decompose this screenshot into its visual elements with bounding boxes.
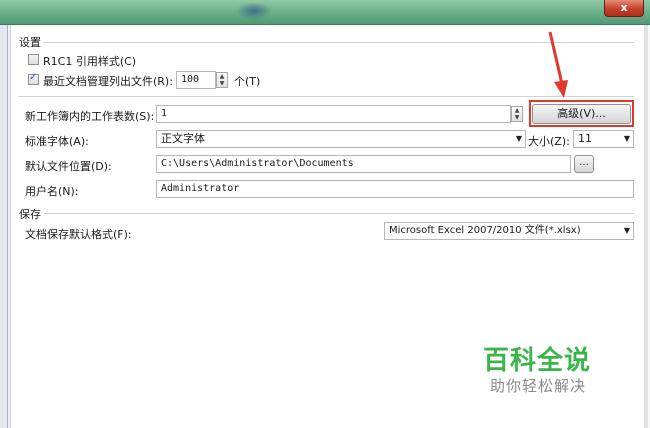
sheets-count-spinner[interactable]: ▲ ▼	[511, 106, 523, 122]
recent-files-label: 最近文档管理列出文件(R):	[43, 75, 173, 88]
red-arrow-icon	[548, 31, 568, 98]
watermark-title: 百科全说	[483, 346, 592, 376]
standard-font-value: 正文字体	[161, 132, 205, 145]
recent-files-checkbox[interactable]: ✓	[28, 72, 39, 85]
font-size-select[interactable]: 11 ▼	[573, 130, 634, 148]
recent-files-count-input[interactable]: 100	[176, 71, 216, 89]
right-edge	[644, 25, 648, 428]
titlebar-decoration	[236, 2, 272, 20]
left-nav-edge	[0, 25, 8, 428]
r1c1-checkbox[interactable]	[28, 54, 39, 65]
save-group-divider	[44, 213, 634, 214]
watermark-subtitle: 助你轻松解决	[490, 377, 587, 395]
font-size-label: 大小(Z):	[528, 135, 570, 148]
window-titlebar: x	[0, 0, 650, 25]
highlight-box	[529, 100, 634, 127]
close-button[interactable]: x	[604, 0, 644, 17]
settings-group-title: 设置	[19, 36, 41, 49]
sheets-count-input[interactable]: 1	[156, 105, 511, 123]
recent-files-spinner[interactable]: ▲ ▼	[216, 72, 228, 88]
checkmark-icon: ✓	[29, 72, 38, 83]
standard-font-select[interactable]: 正文字体 ▼	[156, 130, 526, 148]
chevron-down-icon: ▼	[623, 134, 630, 143]
username-input[interactable]: Administrator	[156, 180, 634, 198]
recent-files-unit: 个(T)	[234, 75, 261, 88]
browse-button[interactable]: ...	[574, 155, 594, 173]
default-save-format-select[interactable]: Microsoft Excel 2007/2010 文件(*.xlsx) ▼	[384, 222, 634, 240]
username-label: 用户名(N):	[25, 185, 79, 198]
chevron-down-icon: ▼	[515, 134, 522, 143]
default-location-label: 默认文件位置(D):	[25, 160, 112, 173]
standard-font-label: 标准字体(A):	[25, 135, 89, 148]
save-group-title: 保存	[19, 208, 41, 221]
default-save-format-value: Microsoft Excel 2007/2010 文件(*.xlsx)	[389, 225, 581, 236]
sheets-count-label: 新工作簿内的工作表数(S):	[25, 110, 155, 123]
default-location-input[interactable]: C:\Users\Administrator\Documents	[156, 155, 571, 173]
font-size-value: 11	[578, 132, 592, 145]
r1c1-label: R1C1 引用样式(C)	[43, 55, 137, 68]
chevron-down-icon: ▼	[623, 226, 630, 235]
default-save-format-label: 文档保存默认格式(F):	[25, 228, 132, 241]
